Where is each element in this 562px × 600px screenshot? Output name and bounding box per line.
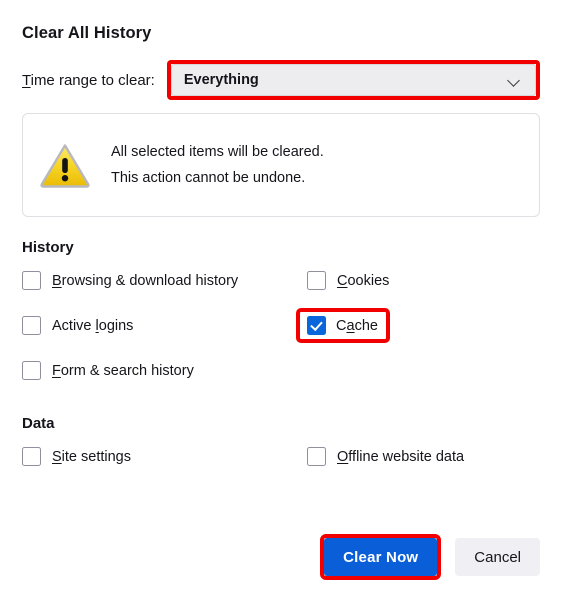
checkbox-row-form-search-history[interactable]: Form & search history	[22, 348, 307, 393]
label-rest: che	[354, 317, 378, 334]
checkbox-row-cookies[interactable]: Cookies	[307, 258, 540, 303]
time-range-accesskey: T	[22, 71, 31, 89]
checkbox-label-browsing-download-history: Browsing & download history	[52, 273, 238, 289]
checkbox-row-offline-website-data[interactable]: Offline website data	[307, 434, 540, 479]
label-rest: ookies	[347, 272, 390, 289]
checkbox-label-cookies: Cookies	[337, 273, 389, 289]
time-range-selected-value: Everything	[183, 72, 259, 88]
checkbox-row-site-settings[interactable]: Site settings	[22, 434, 307, 479]
time-range-label: Time range to clear:	[22, 72, 155, 89]
cancel-button[interactable]: Cancel	[455, 538, 540, 576]
clear-now-button[interactable]: Clear Now	[324, 538, 438, 576]
warning-line-1: All selected items will be cleared.	[111, 144, 324, 160]
clear-now-highlight-box: Clear Now	[320, 534, 442, 580]
checkbox-cookies[interactable]	[307, 271, 326, 290]
label-pre: Active	[52, 317, 96, 334]
time-range-row: Time range to clear: Everything	[22, 60, 540, 100]
checkbox-browsing-download-history[interactable]	[22, 271, 41, 290]
checkbox-row-active-logins[interactable]: Active logins	[22, 303, 307, 348]
time-range-label-rest: ime range to clear:	[30, 71, 155, 89]
checkbox-label-form-search-history: Form & search history	[52, 363, 194, 379]
time-range-highlight-box: Everything	[166, 60, 540, 100]
warning-panel: All selected items will be cleared. This…	[22, 113, 540, 217]
label-rest: ogins	[98, 317, 134, 334]
checkbox-cache[interactable]	[307, 316, 326, 335]
accesskey-letter: O	[337, 448, 349, 465]
checkbox-label-offline-website-data: Offline website data	[337, 449, 464, 465]
data-checkbox-grid: Site settings Offline website data	[22, 434, 540, 479]
accesskey-letter: C	[337, 272, 348, 289]
checkbox-site-settings[interactable]	[22, 447, 41, 466]
accesskey-letter: F	[52, 362, 61, 379]
label-pre: C	[336, 317, 347, 334]
accesskey-letter: a	[346, 317, 355, 334]
label-rest: orm & search history	[60, 362, 194, 379]
checkbox-label-cache: Cache	[336, 318, 378, 334]
checkbox-form-search-history[interactable]	[22, 361, 41, 380]
checkbox-label-active-logins: Active logins	[52, 318, 133, 334]
checkbox-offline-website-data[interactable]	[307, 447, 326, 466]
time-range-select[interactable]: Everything	[170, 64, 536, 96]
chevron-down-icon	[508, 74, 521, 87]
history-checkbox-grid: Browsing & download history Cookies Acti…	[22, 258, 540, 393]
cache-highlight-box: Cache	[296, 308, 390, 343]
checkbox-row-cache[interactable]: Cache	[296, 303, 540, 348]
warning-triangle-icon	[40, 144, 90, 188]
warning-text: All selected items will be cleared. This…	[111, 139, 324, 191]
dialog-footer: Clear Now Cancel	[320, 534, 540, 580]
warning-line-2: This action cannot be undone.	[111, 170, 306, 186]
label-rest: ite settings	[61, 448, 131, 465]
checkbox-grid-empty-cell	[307, 348, 540, 393]
label-rest: rowsing & download history	[61, 272, 239, 289]
checkbox-label-site-settings: Site settings	[52, 449, 131, 465]
accesskey-letter: B	[52, 272, 62, 289]
checkbox-active-logins[interactable]	[22, 316, 41, 335]
accesskey-letter: S	[52, 448, 62, 465]
section-heading-history: History	[22, 239, 74, 256]
page-title: Clear All History	[22, 24, 152, 42]
checkbox-row-browsing-download-history[interactable]: Browsing & download history	[22, 258, 307, 303]
clear-all-history-dialog: Clear All History Time range to clear: E…	[0, 0, 562, 600]
label-rest: ffline website data	[348, 448, 465, 465]
section-heading-data: Data	[22, 415, 55, 432]
